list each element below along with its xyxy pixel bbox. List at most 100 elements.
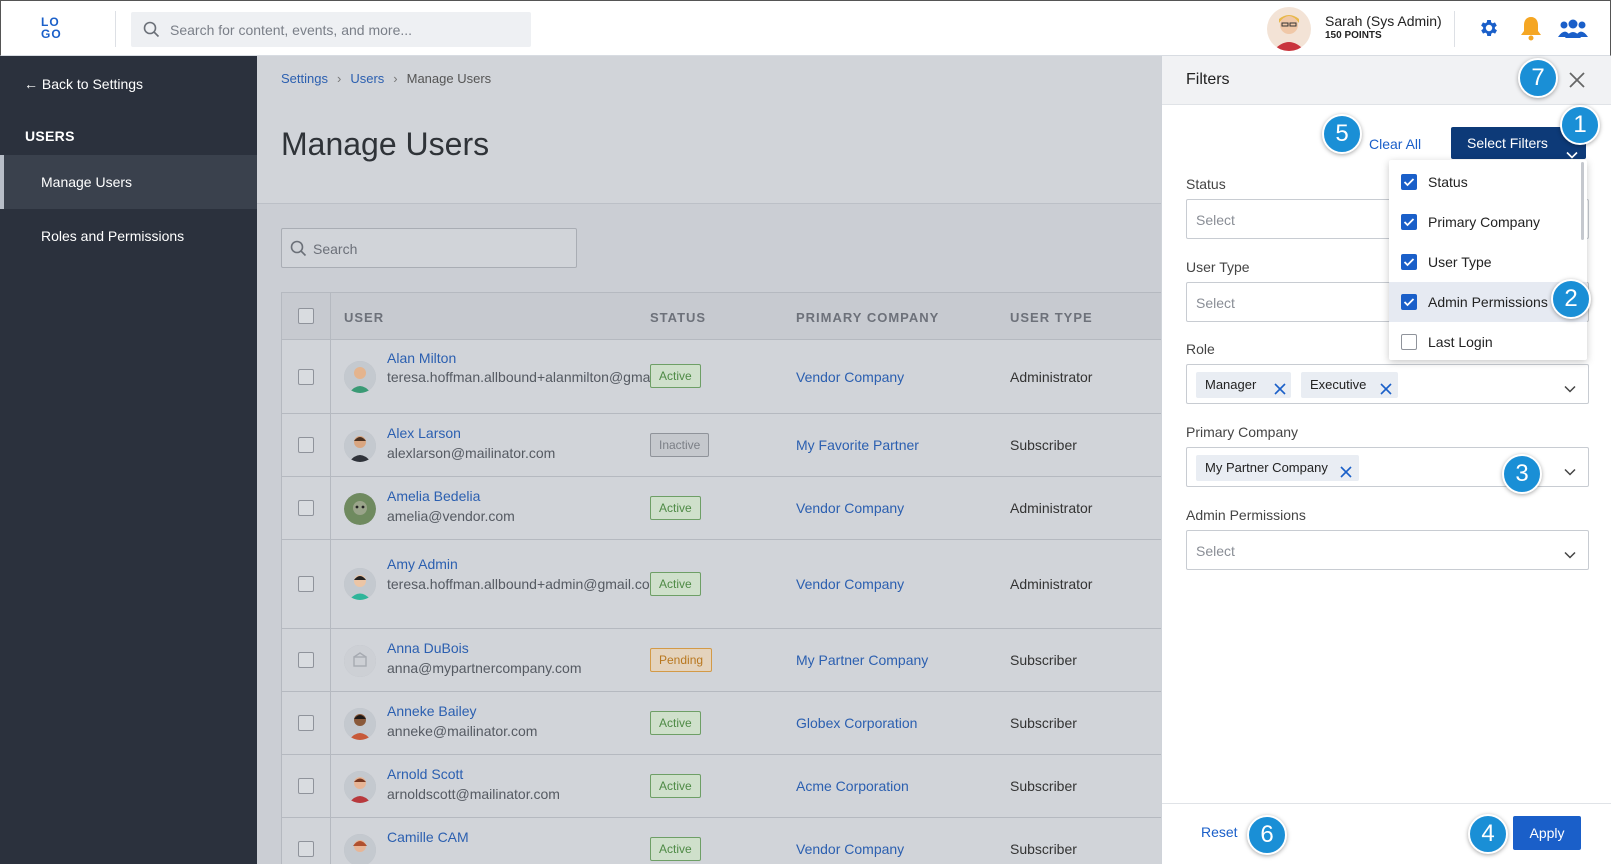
user-type: Subscriber [1010,652,1077,668]
option-label: Status [1428,174,1468,190]
sidebar-item-manage-users[interactable]: Manage Users [0,155,257,209]
user-type: Subscriber [1010,778,1077,794]
select-placeholder: Select [1196,543,1235,559]
row-checkbox[interactable] [298,778,314,794]
row-checkbox[interactable] [298,715,314,731]
user-name-link[interactable]: Anna DuBois [387,640,469,656]
user-avatar[interactable] [1267,7,1311,51]
notification-bell-icon[interactable] [1519,15,1543,46]
breadcrumb-users[interactable]: Users [350,71,384,86]
avatar [344,834,376,864]
user-email: teresa.hoffman.allbound+alanmilton@gmail… [387,369,687,385]
select-placeholder: Select [1196,212,1235,228]
filter-option-user-type[interactable]: User Type [1389,242,1587,282]
column-header-user-type[interactable]: USER TYPE [1010,310,1093,325]
global-search-input[interactable]: Search for content, events, and more... [131,12,531,47]
row-checkbox[interactable] [298,576,314,592]
close-icon[interactable] [1565,68,1589,97]
company-link[interactable]: Acme Corporation [796,778,909,794]
status-label: Status [1186,176,1226,192]
user-type: Administrator [1010,369,1093,385]
row-checkbox[interactable] [298,500,314,516]
status-badge: Active [650,572,701,596]
users-table: USER STATUS PRIMARY COMPANY USER TYPE Al… [281,292,1161,864]
remove-chip-icon[interactable] [1380,378,1392,404]
user-type: Subscriber [1010,841,1077,857]
checkbox-checked-icon [1401,254,1417,270]
clear-all-button[interactable]: Clear All [1369,136,1421,152]
user-name-link[interactable]: Camille CAM [387,829,469,845]
table-row[interactable]: Alan Milton teresa.hoffman.allbound+alan… [282,340,1161,414]
user-email: anna@mypartnercompany.com [387,660,582,676]
sidebar-item-label: Roles and Permissions [41,228,185,244]
search-placeholder: Search [313,241,358,257]
user-name-link[interactable]: Alex Larson [387,425,461,441]
apply-button[interactable]: Apply [1513,816,1581,850]
dropdown-scrollbar[interactable] [1581,162,1584,240]
user-name-link[interactable]: Arnold Scott [387,766,463,782]
checkbox-unchecked-icon [1401,334,1417,350]
filters-panel-footer: Reset Apply [1162,803,1611,864]
table-header: USER STATUS PRIMARY COMPANY USER TYPE [282,293,1161,340]
sidebar-item-roles-permissions[interactable]: Roles and Permissions [0,209,257,263]
table-row[interactable]: Amy Admin teresa.hoffman.allbound+admin@… [282,540,1161,629]
remove-chip-icon[interactable] [1274,378,1286,404]
reset-button[interactable]: Reset [1201,824,1238,840]
breadcrumb-settings[interactable]: Settings [281,71,328,86]
remove-chip-icon[interactable] [1340,461,1352,487]
user-name[interactable]: Sarah (Sys Admin) [1325,13,1442,29]
column-header-status[interactable]: STATUS [650,310,706,325]
row-checkbox[interactable] [298,369,314,385]
user-name-link[interactable]: Amelia Bedelia [387,488,480,504]
callout-marker-1: 1 [1560,105,1600,145]
chevron-right-icon: › [336,71,342,86]
row-checkbox[interactable] [298,652,314,668]
back-to-settings-link[interactable]: ← Back to Settings [24,76,143,92]
company-link[interactable]: My Partner Company [796,652,928,668]
chevron-down-icon [1564,380,1576,398]
role-select[interactable]: Manager Executive [1186,364,1589,404]
option-label: User Type [1428,254,1492,270]
callout-marker-3: 3 [1502,454,1542,494]
callout-marker-7: 7 [1518,58,1558,98]
company-link[interactable]: Vendor Company [796,841,904,857]
users-group-icon[interactable] [1558,18,1588,43]
company-link[interactable]: Vendor Company [796,500,904,516]
table-row[interactable]: Alex Larson alexlarson@mailinator.com In… [282,414,1161,477]
select-placeholder: Select [1196,295,1235,311]
company-link[interactable]: My Favorite Partner [796,437,919,453]
user-search-input[interactable]: Search [281,228,577,268]
company-link[interactable]: Vendor Company [796,369,904,385]
filter-option-status[interactable]: Status [1389,162,1587,202]
table-row[interactable]: Anna DuBois anna@mypartnercompany.com Pe… [282,629,1161,692]
table-row[interactable]: Camille CAM Active Vendor Company Subscr… [282,818,1161,864]
callout-marker-2: 2 [1551,279,1591,319]
logo[interactable]: LO GO [41,16,67,42]
user-name-link[interactable]: Alan Milton [387,350,456,366]
company-link[interactable]: Vendor Company [796,576,904,592]
column-header-user[interactable]: USER [344,310,384,325]
column-header-primary-company[interactable]: PRIMARY COMPANY [796,310,939,325]
user-name-link[interactable]: Amy Admin [387,556,458,572]
top-bar: LO GO Search for content, events, and mo… [0,0,1611,56]
option-label: Admin Permissions [1428,294,1548,310]
select-all-checkbox[interactable] [298,308,314,324]
row-checkbox[interactable] [298,437,314,453]
filter-option-last-login[interactable]: Last Login [1389,322,1587,360]
table-row[interactable]: Arnold Scott arnoldscott@mailinator.com … [282,755,1161,818]
avatar [344,708,376,740]
status-badge: Pending [650,648,713,672]
checkbox-checked-icon [1401,174,1417,190]
admin-permissions-select[interactable]: Select [1186,530,1589,570]
chevron-right-icon: › [393,71,398,86]
row-checkbox[interactable] [298,841,314,857]
filter-option-primary-company[interactable]: Primary Company [1389,202,1587,242]
search-placeholder: Search for content, events, and more... [170,22,413,38]
settings-gear-icon[interactable] [1478,17,1500,44]
user-email: teresa.hoffman.allbound+admin@gmail.com [387,576,662,592]
role-chip-manager: Manager [1196,372,1291,398]
table-row[interactable]: Anneke Bailey anneke@mailinator.com Acti… [282,692,1161,755]
table-row[interactable]: Amelia Bedelia amelia@vendor.com Active … [282,477,1161,540]
company-link[interactable]: Globex Corporation [796,715,917,731]
user-name-link[interactable]: Anneke Bailey [387,703,477,719]
